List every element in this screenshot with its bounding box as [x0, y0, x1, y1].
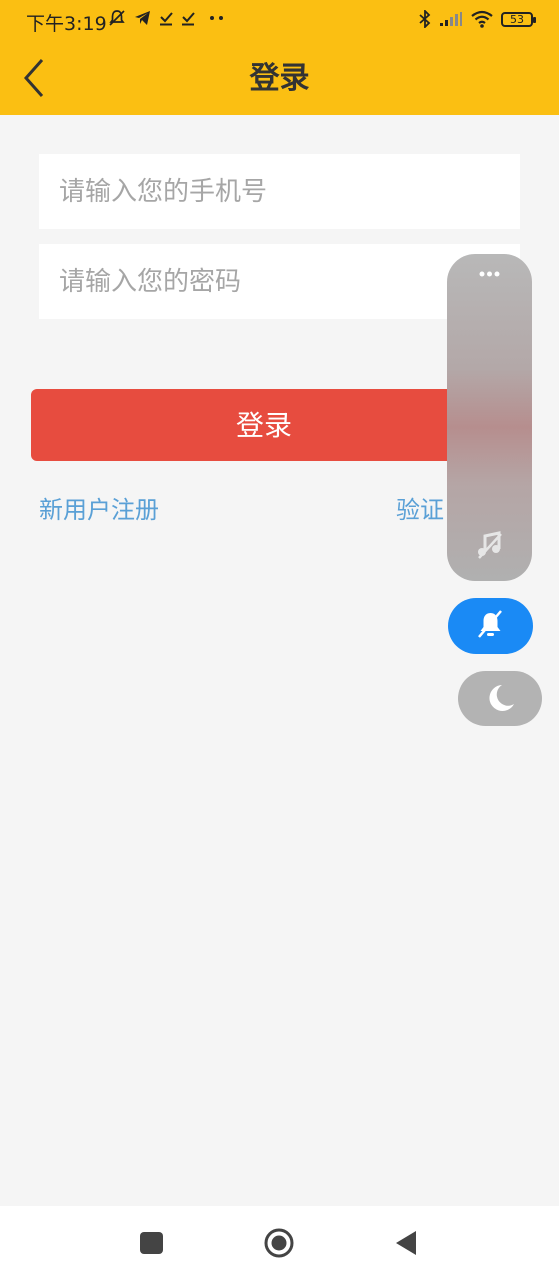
night-mode-toggle-button[interactable]	[458, 671, 542, 726]
telegram-icon	[135, 11, 150, 25]
page-title: 登录	[249, 61, 310, 96]
wifi-icon	[471, 10, 493, 28]
register-link[interactable]: 新用户注册	[39, 490, 159, 525]
bell-off-icon	[109, 10, 125, 26]
back-button[interactable]	[18, 56, 58, 100]
more-dots-icon[interactable]	[447, 268, 532, 280]
music-note-off-icon[interactable]	[475, 530, 505, 560]
login-button[interactable]: 登录	[31, 389, 497, 461]
bluetooth-icon	[419, 10, 431, 28]
more-dots-icon	[210, 16, 223, 20]
verify-login-link[interactable]: 验证	[396, 490, 444, 525]
recent-apps-icon[interactable]	[140, 1232, 163, 1254]
battery-icon: 53	[501, 11, 536, 27]
signal-icon	[440, 12, 462, 26]
status-bar: 下午3:19 53	[0, 0, 559, 42]
status-time: 下午3:19	[26, 13, 107, 35]
app-bar: 登录	[0, 42, 559, 115]
back-icon[interactable]	[394, 1229, 418, 1257]
home-icon[interactable]	[264, 1228, 294, 1258]
download-done-icon	[160, 12, 173, 26]
system-nav-bar	[0, 1206, 559, 1280]
status-right-icons: 53	[419, 10, 536, 28]
mute-toggle-button[interactable]	[448, 598, 533, 654]
bell-off-icon	[478, 610, 502, 638]
phone-field-container	[39, 154, 520, 229]
download-done-icon	[182, 12, 195, 26]
moon-icon	[489, 685, 514, 711]
floating-panel[interactable]	[447, 254, 532, 581]
status-left-icons	[108, 9, 225, 27]
chevron-left-icon	[23, 59, 44, 97]
phone-input[interactable]	[39, 154, 520, 229]
